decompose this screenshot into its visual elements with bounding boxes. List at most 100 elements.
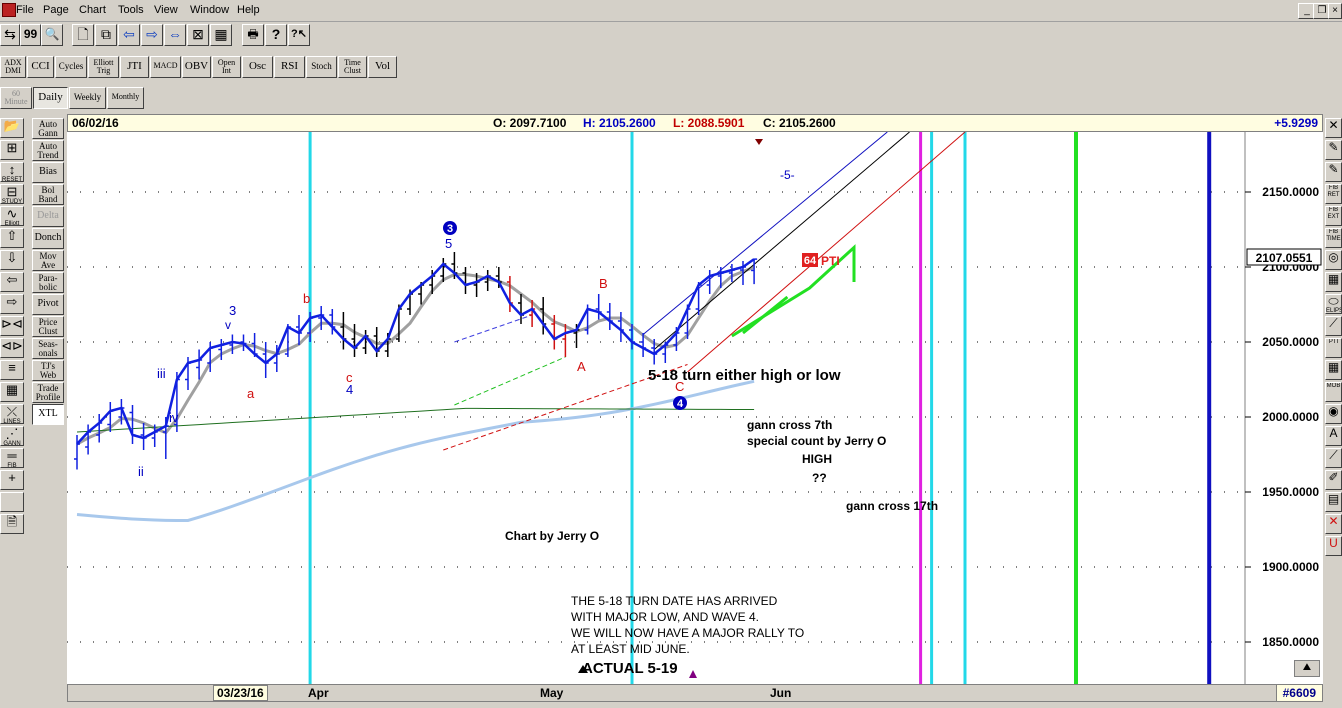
tool-lines[interactable]: ⤫ LINES xyxy=(0,404,24,424)
tool-arrow-right[interactable]: ⇨ xyxy=(0,294,24,314)
toolbar-elliott-trig[interactable]: Elliott Trig xyxy=(88,56,119,78)
study-bol-band[interactable]: Bol Band xyxy=(32,184,64,205)
toolbar-forward-icon[interactable]: ⇨ xyxy=(141,24,163,46)
study-auto-gann[interactable]: Auto Gann xyxy=(32,118,64,139)
close-button[interactable]: × xyxy=(1328,3,1342,19)
tool-cross[interactable]: + xyxy=(0,470,24,490)
toolbar-monthly[interactable]: Monthly xyxy=(107,87,144,109)
rtool-close-x[interactable]: ✕ xyxy=(1325,118,1342,138)
tool-expand[interactable]: ⊲⊳ xyxy=(0,338,24,358)
toolbar-osc[interactable]: Osc xyxy=(242,56,273,78)
toolbar-new-page-icon[interactable]: 🗋 xyxy=(72,24,94,46)
toolbar-rsi[interactable]: RSI xyxy=(274,56,305,78)
zoom-corner-icon[interactable]: ⛰ xyxy=(1294,660,1320,677)
toolbar-sync-icon[interactable]: ⇆ xyxy=(0,24,20,46)
study-seasonals[interactable]: Seas- onals xyxy=(32,338,64,359)
rtool-mob[interactable]: MOB xyxy=(1325,382,1342,402)
toolbar-context-help-icon[interactable]: ?↖ xyxy=(288,24,310,46)
rtool-ellipse[interactable]: ⬭ELIPSE xyxy=(1325,294,1342,314)
toolbar-help-icon[interactable]: ? xyxy=(265,24,287,46)
menu-page[interactable]: Page xyxy=(43,4,69,16)
toolbar-weekly[interactable]: Weekly xyxy=(69,87,106,109)
study-mov-ave[interactable]: Mov Ave xyxy=(32,250,64,271)
toolbar-daily[interactable]: Daily xyxy=(33,87,68,109)
toolbar-layout-icon[interactable]: ▦ xyxy=(210,24,232,46)
study-pivot[interactable]: Pivot xyxy=(32,294,64,315)
tool-compress[interactable]: ⊳⊲ xyxy=(0,316,24,336)
toolbar-macd[interactable]: MACD xyxy=(150,56,181,78)
toolbar-stoch[interactable]: Stoch xyxy=(306,56,337,78)
info-open: O: 2097.7100 xyxy=(493,116,567,130)
rtool-pti[interactable]: PTI xyxy=(1325,338,1342,358)
info-low: L: 2088.5901 xyxy=(673,116,745,130)
study-bias[interactable]: Bias xyxy=(32,162,64,183)
rtool-diagonal[interactable]: ⟋ xyxy=(1325,316,1342,336)
menu-chart[interactable]: Chart xyxy=(79,4,106,16)
rtool-circle-tool[interactable]: ◉ xyxy=(1325,404,1342,424)
menu-view[interactable]: View xyxy=(154,4,178,16)
menu-file[interactable]: File xyxy=(16,4,34,16)
study-tjs-web[interactable]: TJ's Web xyxy=(32,360,64,381)
tool-notes[interactable]: 🗎 xyxy=(0,514,24,534)
tool-reset[interactable]: ↕ RESET xyxy=(0,162,24,182)
toolbar-jti[interactable]: JTI xyxy=(120,56,149,78)
toolbar-quote-icon[interactable]: 99 xyxy=(20,24,41,46)
study-trade-profile[interactable]: Trade Profile xyxy=(32,382,64,403)
tool-grid[interactable]: ▦ xyxy=(0,382,24,402)
compress-icon: ⊳⊲ xyxy=(1,316,23,331)
toolbar-obv[interactable]: OBV xyxy=(182,56,211,78)
study-parabolic[interactable]: Para- bolic xyxy=(32,272,64,293)
menu-window[interactable]: Window xyxy=(190,4,229,16)
rtool-grid4[interactable]: ▤ xyxy=(1325,492,1342,512)
toolbar-open-int[interactable]: Open Int xyxy=(212,56,241,78)
tool-arrow-up[interactable]: ⇧ xyxy=(0,228,24,248)
tool-arrow-left[interactable]: ⇦ xyxy=(0,272,24,292)
info-close: C: 2105.2600 xyxy=(763,116,836,130)
tool-open[interactable]: 📂 xyxy=(0,118,24,138)
toolbar-vol[interactable]: Vol xyxy=(368,56,397,78)
toolbar-delete-icon[interactable]: ⊠ xyxy=(187,24,209,46)
rtool-u-red[interactable]: U xyxy=(1325,536,1342,556)
toolbar-print-icon[interactable]: 🖶 xyxy=(242,24,264,46)
study-xtl[interactable]: XTL xyxy=(32,404,64,425)
app-icon[interactable] xyxy=(2,3,16,17)
tool-elliott[interactable]: ∿ Elliott xyxy=(0,206,24,226)
rtool-fib-circle[interactable]: ◎ xyxy=(1325,250,1342,270)
tool-bars[interactable]: ≡ xyxy=(0,360,24,380)
rtool-x-red[interactable]: ✕ xyxy=(1325,514,1342,534)
toolbar-copy-page-icon[interactable]: ⧉ xyxy=(95,24,117,46)
rtool-pencil[interactable]: ✎ xyxy=(1325,140,1342,160)
reset-icon: ↕ xyxy=(8,162,16,177)
tool-fib-fan[interactable]: ⊞ xyxy=(0,140,24,160)
tool-arrow-down[interactable]: ⇩ xyxy=(0,250,24,270)
rtool-grid2[interactable]: ▦ xyxy=(1325,272,1342,292)
rtool-fib-time[interactable]: FIB TIME xyxy=(1325,228,1342,248)
rtool-wand[interactable]: ⟋ xyxy=(1325,448,1342,468)
menu-help[interactable]: Help xyxy=(237,4,260,16)
elliott-icon: ∿ xyxy=(6,206,18,221)
toolbar-zoom-icon[interactable]: 🔍 xyxy=(41,24,63,46)
toolbar-adx-dmi[interactable]: ADX DMI xyxy=(0,56,26,78)
study-donch[interactable]: Donch xyxy=(32,228,64,249)
rtool-pencil2[interactable]: ✎ xyxy=(1325,162,1342,182)
menu-tools[interactable]: Tools xyxy=(118,4,144,16)
toolbar-cycles[interactable]: Cycles xyxy=(55,56,87,78)
study-auto-trend[interactable]: Auto Trend xyxy=(32,140,64,161)
tool-gann[interactable]: ⋰ GANN xyxy=(0,426,24,446)
toolbar-60-minute[interactable]: 60 Minute xyxy=(0,87,32,109)
study-price-clust[interactable]: Price Clust xyxy=(32,316,64,337)
rtool-grid3[interactable]: ▦ xyxy=(1325,360,1342,380)
tool-study[interactable]: ⊟ STUDY xyxy=(0,184,24,204)
rtool-fib-ext[interactable]: FIB EXT xyxy=(1325,206,1342,226)
study-delta[interactable]: Delta xyxy=(32,206,64,227)
rtool-paint[interactable]: ✐ xyxy=(1325,470,1342,490)
tool-fib[interactable]: ═ FIB xyxy=(0,448,24,468)
toolbar-time-clust[interactable]: Time Clust xyxy=(338,56,367,78)
toolbar-swap-icon[interactable]: ⇔ xyxy=(164,24,186,46)
rtool-letter-a[interactable]: A xyxy=(1325,426,1342,446)
tool-blank[interactable] xyxy=(0,492,24,512)
rtool-fib-ret[interactable]: FIB RET xyxy=(1325,184,1342,204)
toolbar-back-icon[interactable]: ⇦ xyxy=(118,24,140,46)
toolbar-cci[interactable]: CCI xyxy=(27,56,54,78)
price-chart[interactable]: 2150.00002100.00002050.00002000.00001950… xyxy=(67,132,1323,684)
